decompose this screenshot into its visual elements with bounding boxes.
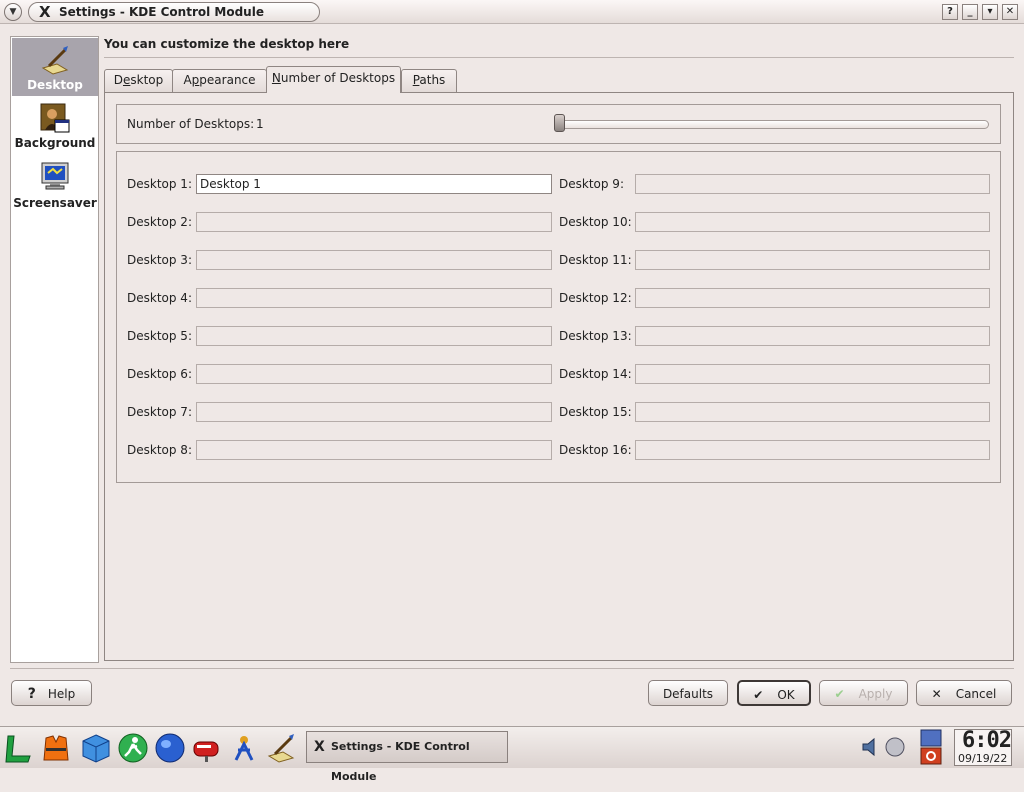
mailbox-icon[interactable]: [191, 732, 223, 764]
running-man-icon[interactable]: [117, 732, 149, 764]
mona-lisa-icon: [40, 103, 70, 133]
close-icon: ✕: [931, 687, 942, 701]
network-icon[interactable]: [884, 736, 906, 758]
sidebar-item-label: Desktop: [27, 78, 83, 92]
maximize-button[interactable]: ▾: [982, 4, 998, 20]
desktop-count-label: Number of Desktops:: [127, 117, 255, 131]
desktop-name-label: Desktop 8:: [127, 443, 192, 457]
desktop-name-label: Desktop 6:: [127, 367, 192, 381]
slider-handle[interactable]: [554, 114, 565, 132]
defaults-button[interactable]: Defaults: [648, 680, 728, 706]
desktop-name-label: Desktop 11:: [559, 253, 632, 267]
x-logo-icon: X: [314, 739, 325, 755]
sidebar-item-screensaver[interactable]: Screensaver: [12, 158, 98, 216]
module-sidebar: Desktop Background Screensaver: [10, 36, 99, 663]
desktop-name-field-5[interactable]: [196, 326, 552, 346]
window-title: Settings - KDE Control Module: [59, 5, 264, 19]
sidebar-item-label: Screensaver: [13, 196, 97, 210]
desktop-name-label: Desktop 15:: [559, 405, 632, 419]
desktop-name-label: Desktop 16:: [559, 443, 632, 457]
close-button[interactable]: ✕: [1002, 4, 1018, 20]
desktop-name-label: Desktop 14:: [559, 367, 632, 381]
apply-button[interactable]: ✔ Apply: [819, 680, 908, 706]
sidebar-item-desktop[interactable]: Desktop: [12, 38, 98, 96]
user-tools-icon[interactable]: [228, 732, 260, 764]
x-logo-icon: X: [39, 3, 51, 21]
desktop-name-field-6[interactable]: [196, 364, 552, 384]
desktop-name-field-12[interactable]: [635, 288, 990, 308]
cancel-button[interactable]: ✕ Cancel: [916, 680, 1012, 706]
life-vest-icon[interactable]: [40, 732, 72, 764]
help-button[interactable]: ? Help: [11, 680, 92, 706]
header-divider: [104, 57, 1014, 58]
speaker-icon[interactable]: [860, 736, 882, 758]
desktop-name-label: Desktop 3:: [127, 253, 192, 267]
clock-date: 09/19/22: [958, 752, 1008, 765]
desktop-name-field-16[interactable]: [635, 440, 990, 460]
module-header: You can customize the desktop here: [104, 37, 350, 51]
desktop-name-field-10[interactable]: [635, 212, 990, 232]
window-title-pill[interactable]: X Settings - KDE Control Module: [28, 2, 320, 22]
desktop-name-label: Desktop 5:: [127, 329, 192, 343]
tab-desktop[interactable]: Desktop: [104, 69, 173, 92]
desktop-name-field-7[interactable]: [196, 402, 552, 422]
control-center-icon[interactable]: [265, 732, 297, 764]
desktop-name-field-1[interactable]: [196, 174, 552, 194]
help-icon: ?: [27, 686, 36, 702]
desktop-name-label: Desktop 13:: [559, 329, 632, 343]
taskbar-entry-settings[interactable]: X Settings - KDE Control Module: [306, 731, 508, 783]
desktop-name-label: Desktop 4:: [127, 291, 192, 305]
tab-paths[interactable]: Paths: [401, 69, 457, 92]
desktop-count-slider[interactable]: [555, 120, 989, 129]
desktop-name-field-8[interactable]: [196, 440, 552, 460]
bottom-divider: [10, 668, 1014, 669]
desktop-name-label: Desktop 9:: [559, 177, 624, 191]
sidebar-item-background[interactable]: Background: [12, 98, 98, 156]
lindows-start-icon[interactable]: [2, 732, 34, 764]
tab-number-of-desktops[interactable]: Number of Desktops: [266, 66, 401, 93]
tab-appearance[interactable]: Appearance: [172, 69, 267, 92]
desktop-name-label: Desktop 7:: [127, 405, 192, 419]
ok-button[interactable]: ✔ OK: [737, 680, 811, 706]
desktop-name-label: Desktop 12:: [559, 291, 632, 305]
help-title-button[interactable]: ?: [942, 4, 958, 20]
desktop-name-field-15[interactable]: [635, 402, 990, 422]
desktop-name-field-13[interactable]: [635, 326, 990, 346]
desktop-count-value: 1: [256, 117, 264, 131]
desktop-name-field-2[interactable]: [196, 212, 552, 232]
title-bar[interactable]: ▼ X Settings - KDE Control Module ? _ ▾ …: [0, 0, 1024, 24]
desktop-name-field-14[interactable]: [635, 364, 990, 384]
clock-time: 6:02: [962, 728, 1012, 753]
package-cube-icon[interactable]: [80, 732, 112, 764]
minimize-button[interactable]: _: [962, 4, 978, 20]
check-icon: ✔: [834, 687, 845, 701]
sidebar-item-label: Background: [14, 136, 96, 150]
monitor-icon: [41, 162, 69, 190]
globe-icon[interactable]: [154, 732, 186, 764]
desktop-wand-icon: [41, 46, 69, 75]
desktop-name-label: Desktop 1:: [127, 177, 192, 191]
desktop-name-field-11[interactable]: [635, 250, 990, 270]
desktop-names-group: [116, 151, 1001, 483]
desktop-name-field-9[interactable]: [635, 174, 990, 194]
lock-logout-icon[interactable]: [920, 729, 942, 765]
window-menu-button[interactable]: ▼: [4, 3, 22, 21]
desktop-name-field-4[interactable]: [196, 288, 552, 308]
check-icon: ✔: [753, 688, 764, 702]
desktop-name-label: Desktop 10:: [559, 215, 632, 229]
desktop-name-label: Desktop 2:: [127, 215, 192, 229]
desktop-name-field-3[interactable]: [196, 250, 552, 270]
